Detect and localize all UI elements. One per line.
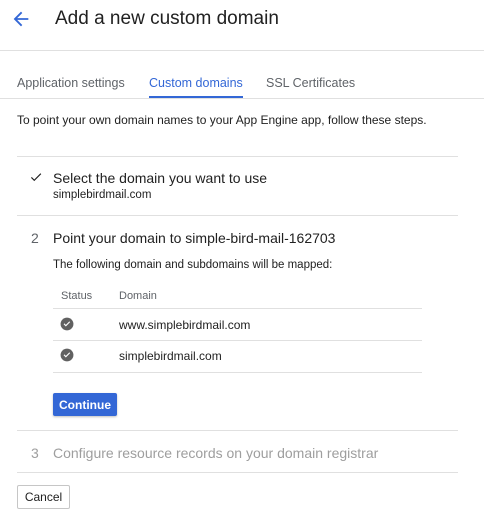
tab-bar: Application settings Custom domains SSL … bbox=[0, 72, 484, 98]
step-divider-2 bbox=[17, 430, 458, 431]
step-1-title: Select the domain you want to use bbox=[53, 170, 268, 186]
check-circle-icon bbox=[60, 348, 74, 362]
tab-custom-domains[interactable]: Custom domains bbox=[149, 76, 243, 90]
check-icon bbox=[30, 173, 42, 182]
table-row-divider bbox=[53, 340, 422, 341]
step-2-description: The following domain and subdomains will… bbox=[53, 259, 333, 271]
steps-top-divider bbox=[17, 156, 458, 157]
tabs-divider bbox=[0, 98, 484, 99]
tab-application-settings[interactable]: Application settings bbox=[17, 76, 125, 90]
step-2-number: 2 bbox=[31, 230, 39, 246]
table-header-divider bbox=[53, 308, 422, 309]
page-title: Add a new custom domain bbox=[55, 8, 279, 29]
step-1-selected-domain: simplebirdmail.com bbox=[53, 189, 152, 201]
page-header: Add a new custom domain bbox=[0, 0, 484, 51]
status-column-header: Status bbox=[61, 290, 93, 302]
arrow-back-icon bbox=[13, 11, 29, 27]
cancel-button[interactable]: Cancel bbox=[17, 485, 70, 509]
continue-button[interactable]: Continue bbox=[53, 393, 117, 416]
step-3-number: 3 bbox=[31, 445, 39, 461]
domain-cell: www.simplebirdmail.com bbox=[119, 318, 251, 332]
step-3-title: Configure resource records on your domai… bbox=[53, 445, 379, 461]
domain-cell: simplebirdmail.com bbox=[119, 349, 222, 363]
table-row-divider bbox=[53, 372, 422, 373]
step-2-title: Point your domain to simple-bird-mail-16… bbox=[53, 230, 336, 246]
intro-text: To point your own domain names to your A… bbox=[17, 113, 427, 127]
step-divider-1 bbox=[17, 215, 458, 216]
steps-bottom-divider bbox=[17, 472, 458, 473]
domain-column-header: Domain bbox=[119, 290, 157, 302]
tab-ssl-certificates[interactable]: SSL Certificates bbox=[266, 76, 355, 90]
back-button[interactable] bbox=[10, 8, 32, 30]
check-circle-icon bbox=[60, 317, 74, 331]
